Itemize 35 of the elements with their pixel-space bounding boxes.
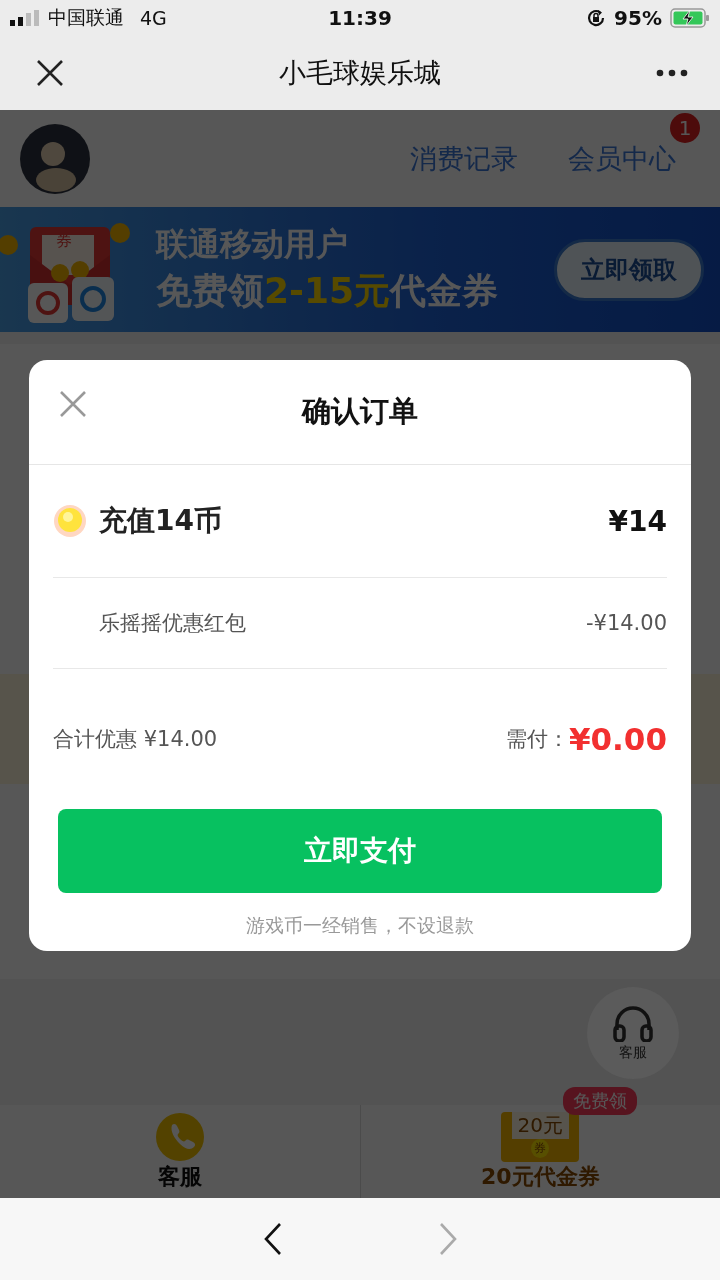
signal-icon xyxy=(10,10,40,26)
carrier-name: 中国联通 xyxy=(48,5,124,30)
network-type: 4G xyxy=(140,7,167,29)
bottom-label[interactable]: 客服 xyxy=(157,1162,202,1192)
refund-note: 游戏币一经销售，不设退款 xyxy=(245,913,475,938)
discount-name: 乐摇摇优惠红包 xyxy=(99,610,247,637)
discount-amount: -¥14.00 xyxy=(585,611,667,635)
bottom-label[interactable]: 20元代金券 xyxy=(480,1162,600,1192)
headset-icon xyxy=(612,1004,654,1042)
support-button[interactable]: 客服 xyxy=(587,987,679,1079)
back-icon[interactable] xyxy=(262,1222,283,1256)
close-icon[interactable] xyxy=(36,59,64,87)
coupon-amount: 20元 xyxy=(511,1112,569,1139)
more-icon[interactable] xyxy=(656,69,688,77)
header-link[interactable]: 消费记录 xyxy=(410,142,518,174)
rotation-lock-icon xyxy=(586,8,607,28)
amount-due-label: 需付： xyxy=(505,726,569,753)
item-name: 充值14币 xyxy=(99,503,223,539)
free-badge: 免费领 xyxy=(562,1087,637,1115)
pay-button[interactable]: 立即支付 xyxy=(58,809,662,893)
header-link[interactable]: 会员中心 xyxy=(568,142,676,174)
total-discount: 合计优惠 ¥14.00 xyxy=(53,726,219,753)
banner-headline: 免费领2-15元代金券 xyxy=(156,269,500,313)
page-title: 小毛球娱乐城 xyxy=(278,56,442,90)
battery-percent: 95% xyxy=(614,6,662,30)
banner-heading: 联通移动用户 xyxy=(156,224,349,265)
item-price: ¥14 xyxy=(608,504,667,538)
dialog-title: 确认订单 xyxy=(302,393,418,430)
avatar[interactable] xyxy=(20,123,90,194)
clock: 11:39 xyxy=(328,6,392,30)
battery-charging-icon xyxy=(670,8,710,28)
amount-due: ¥0.00 xyxy=(568,721,667,757)
coin-icon xyxy=(53,504,87,538)
claim-button[interactable]: 立即领取 xyxy=(554,238,704,301)
notification-badge: 1 xyxy=(670,112,700,143)
